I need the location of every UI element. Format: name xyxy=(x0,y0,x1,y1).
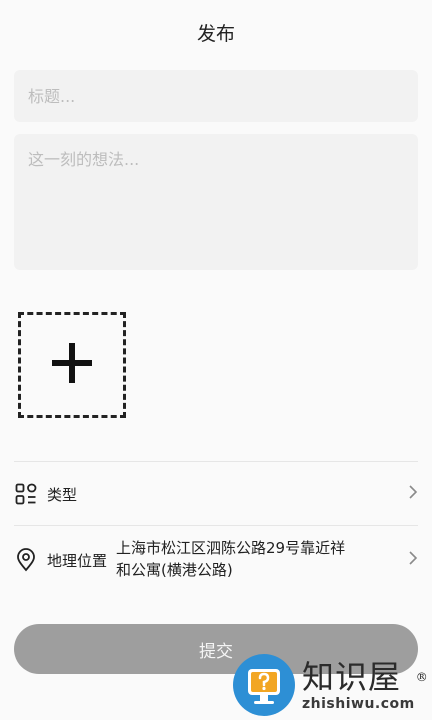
page-header: 发布 xyxy=(0,0,432,64)
registered-mark: ® xyxy=(415,670,429,684)
watermark-domain: zhishiwu.com xyxy=(302,696,415,712)
grid-icon xyxy=(14,482,38,506)
chevron-right-icon xyxy=(408,550,418,570)
location-value: 上海市松江区泗陈公路29号靠近祥 和公寓(横港公路) xyxy=(116,537,386,581)
divider xyxy=(14,461,418,462)
location-value-line1: 上海市松江区泗陈公路29号靠近祥 xyxy=(116,539,346,557)
type-label: 类型 xyxy=(47,485,78,504)
type-row[interactable]: 类型 xyxy=(14,478,418,510)
location-value-line2: 和公寓(横港公路) xyxy=(116,561,233,579)
watermark-logo xyxy=(232,653,296,717)
divider xyxy=(14,525,418,526)
watermark: 知识屋 ® zhishiwu.com xyxy=(232,650,432,720)
title-input[interactable] xyxy=(14,70,418,122)
location-pin-icon xyxy=(14,548,38,572)
plus-icon xyxy=(50,341,94,389)
chevron-right-icon xyxy=(408,484,418,504)
page-title: 发布 xyxy=(196,22,235,45)
add-image-button[interactable] xyxy=(18,312,126,418)
location-label: 地理位置 xyxy=(47,551,108,570)
watermark-name: 知识屋 xyxy=(302,658,402,696)
thought-textarea[interactable] xyxy=(14,134,418,270)
